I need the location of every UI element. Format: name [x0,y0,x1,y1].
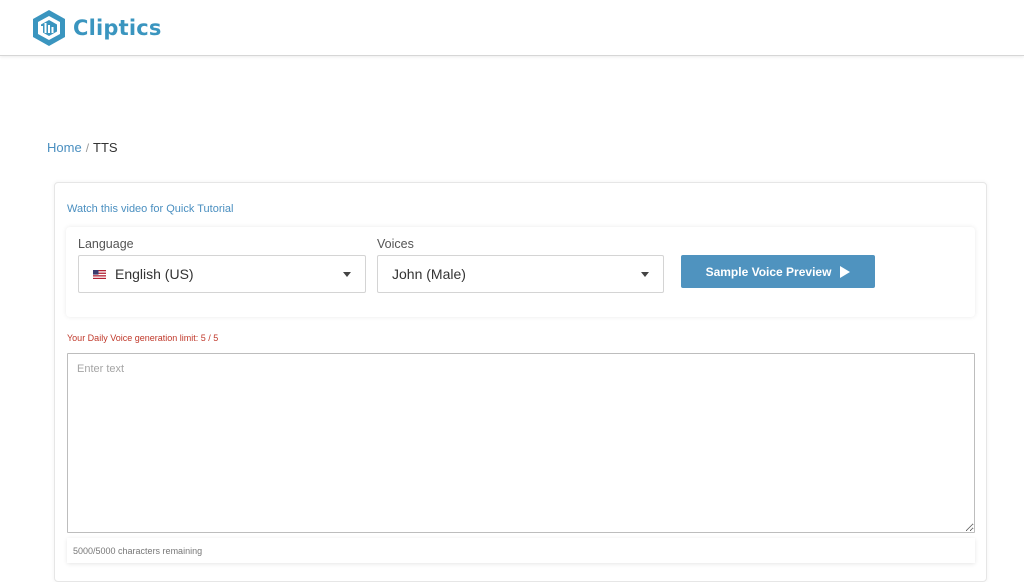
brand-logo[interactable]: Cliptics [31,9,162,47]
voices-select[interactable]: John (Male) [377,255,664,293]
breadcrumb-home-link[interactable]: Home [47,140,82,155]
brand-name: Cliptics [73,16,162,40]
tts-card: Watch this video for Quick Tutorial Lang… [54,182,987,582]
cliptics-hexagon-logo-icon [33,10,65,46]
voices-label: Voices [377,237,414,251]
breadcrumb-current: TTS [93,140,118,155]
us-flag-icon [93,269,106,279]
characters-remaining-text: 5000/5000 characters remaining [73,545,203,556]
tts-text-input[interactable] [67,353,975,533]
language-label: Language [78,237,134,251]
voice-selector-panel: Language English (US) Voices John (Male)… [66,227,975,317]
breadcrumb-separator: / [85,140,90,155]
language-select[interactable]: English (US) [78,255,366,293]
sample-voice-preview-button[interactable]: Sample Voice Preview [681,255,875,288]
top-navbar: Cliptics [0,0,1024,56]
voices-selected-value: John (Male) [392,266,466,282]
sample-voice-preview-label: Sample Voice Preview [705,264,832,279]
language-selected-value: English (US) [115,266,194,282]
daily-limit-text: Your Daily Voice generation limit: 5 / 5 [67,333,219,343]
play-icon [840,265,851,278]
chevron-down-icon [641,271,649,277]
characters-remaining-bar: 5000/5000 characters remaining [67,538,975,563]
tutorial-video-link[interactable]: Watch this video for Quick Tutorial [67,203,234,215]
breadcrumb: Home / TTS [47,140,118,155]
chevron-down-icon [343,271,351,277]
